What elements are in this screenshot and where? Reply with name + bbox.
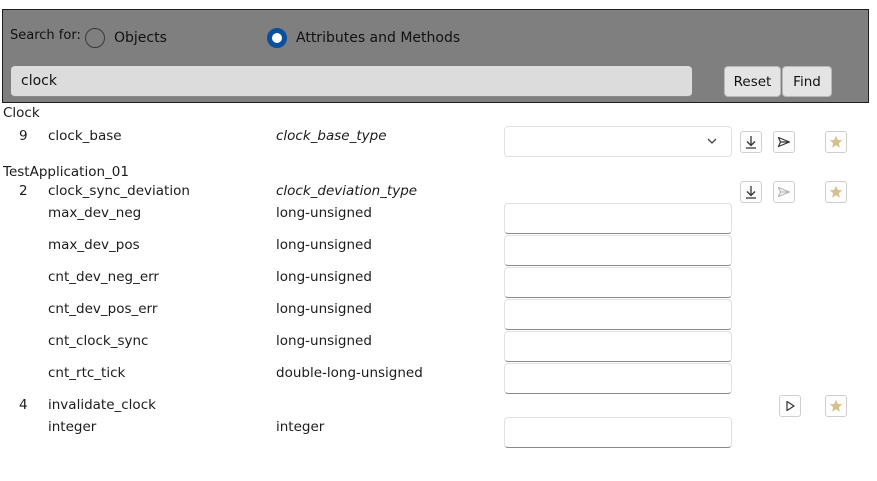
radio-objects-circle[interactable] <box>85 28 105 48</box>
search-for-label: Search for: <box>10 28 81 43</box>
cnt-dev-pos-err-input[interactable] <box>504 299 732 330</box>
search-input[interactable] <box>11 66 692 97</box>
download-button[interactable] <box>740 131 762 153</box>
download-icon <box>746 186 756 199</box>
send-button-disabled[interactable] <box>773 181 795 203</box>
search-panel: Search for: Objects Attributes and Metho… <box>2 9 869 103</box>
send-button[interactable] <box>773 131 795 153</box>
field-type: long-unsigned <box>276 333 372 349</box>
field-type: long-unsigned <box>276 269 372 285</box>
method-name: invalidate_clock <box>48 397 156 413</box>
field-name: cnt_clock_sync <box>48 333 149 349</box>
group-header-clock: Clock <box>3 105 40 121</box>
cnt-clock-sync-input[interactable] <box>504 331 732 362</box>
attribute-type: clock_deviation_type <box>276 183 418 199</box>
field-name: cnt_rtc_tick <box>48 365 126 381</box>
field-name: max_dev_pos <box>48 237 140 253</box>
field-name: cnt_dev_pos_err <box>48 301 158 317</box>
favorite-button[interactable] <box>825 395 847 417</box>
radio-attributes-methods[interactable]: Attributes and Methods <box>267 28 460 48</box>
favorite-button[interactable] <box>825 131 847 153</box>
chevron-down-icon <box>707 138 717 144</box>
star-icon <box>829 135 843 148</box>
attribute-name: clock_sync_deviation <box>48 183 190 199</box>
find-button[interactable]: Find <box>782 66 832 97</box>
radio-attributes-methods-circle[interactable] <box>267 28 287 48</box>
radio-objects[interactable]: Objects <box>85 28 167 48</box>
method-index: 4 <box>19 397 28 413</box>
play-icon <box>786 400 795 412</box>
send-icon <box>777 186 791 198</box>
group-header-testapplication: TestApplication_01 <box>3 164 129 180</box>
radio-objects-label: Objects <box>114 30 167 46</box>
field-type: double-long-unsigned <box>276 365 423 381</box>
attribute-index: 2 <box>19 183 28 199</box>
clock-base-dropdown[interactable] <box>504 126 732 157</box>
field-name: cnt_dev_neg_err <box>48 269 159 285</box>
favorite-button[interactable] <box>825 181 847 203</box>
cnt-rtc-tick-input[interactable] <box>504 363 732 394</box>
max-dev-neg-input[interactable] <box>504 203 732 234</box>
star-icon <box>829 399 843 412</box>
attribute-name: clock_base <box>48 128 122 144</box>
field-type: long-unsigned <box>276 301 372 317</box>
attribute-index: 9 <box>19 128 28 144</box>
param-type: integer <box>276 419 325 435</box>
execute-button[interactable] <box>779 395 801 417</box>
radio-attributes-methods-label: Attributes and Methods <box>296 30 461 46</box>
download-button[interactable] <box>740 181 762 203</box>
max-dev-pos-input[interactable] <box>504 235 732 266</box>
integer-input[interactable] <box>504 417 732 448</box>
star-icon <box>829 185 843 198</box>
field-type: long-unsigned <box>276 205 372 221</box>
download-icon <box>746 136 756 149</box>
cnt-dev-neg-err-input[interactable] <box>504 267 732 298</box>
attribute-type: clock_base_type <box>276 128 387 144</box>
reset-button[interactable]: Reset <box>724 66 781 97</box>
param-name: integer <box>48 419 97 435</box>
send-icon <box>777 136 791 148</box>
field-name: max_dev_neg <box>48 205 142 221</box>
field-type: long-unsigned <box>276 237 372 253</box>
